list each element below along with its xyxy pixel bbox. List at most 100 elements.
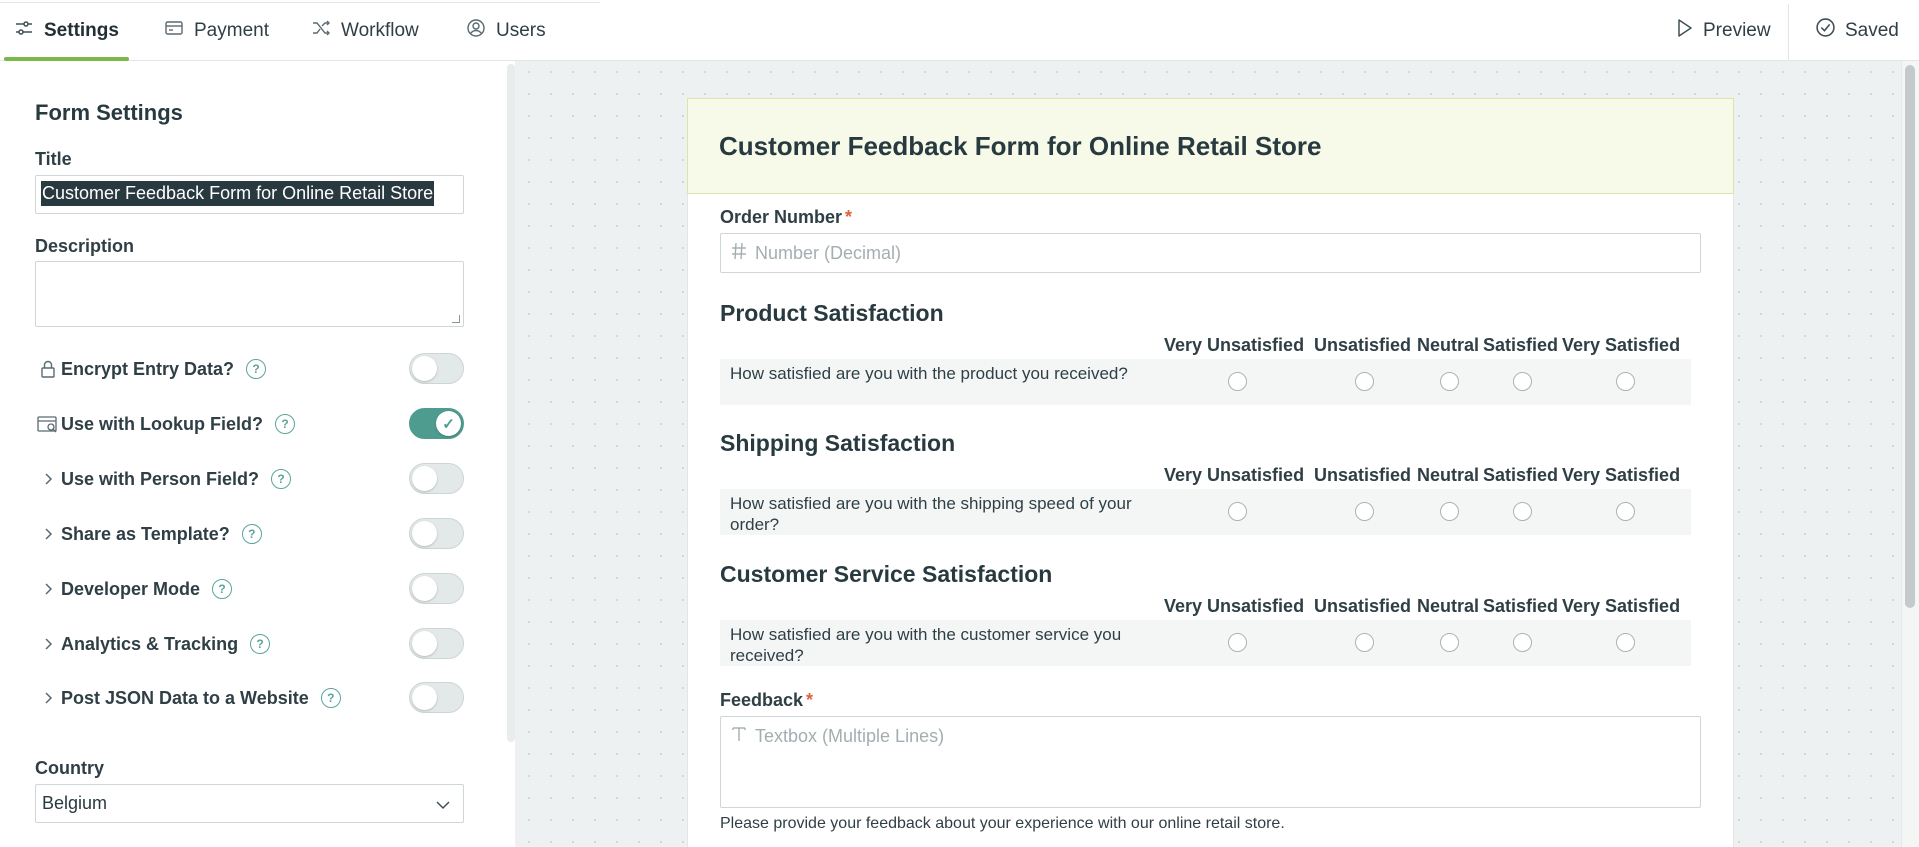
form-title: Customer Feedback Form for Online Retail…	[719, 131, 1322, 161]
option-analytics[interactable]: Analytics & Tracking ?	[35, 628, 464, 660]
tab-settings-label: Settings	[44, 19, 119, 41]
feedback-label: Feedback *	[720, 690, 813, 711]
radio-unsatisfied[interactable]	[1355, 372, 1374, 391]
feedback-placeholder: Textbox (Multiple Lines)	[731, 725, 944, 748]
scale-header: Very Unsatisfied Unsatisfied Neutral Sat…	[0, 596, 1919, 620]
radio-neutral[interactable]	[1440, 633, 1459, 652]
country-value: Belgium	[42, 793, 108, 813]
question-text: How satisfied are you with the shipping …	[730, 494, 1132, 534]
scale-label: Satisfied	[1483, 335, 1559, 355]
scale-label: Neutral	[1417, 335, 1480, 355]
tab-settings[interactable]: Settings	[0, 0, 133, 61]
scale-label: Very Satisfied	[1562, 596, 1681, 616]
saved-label: Saved	[1845, 19, 1899, 41]
help-icon[interactable]: ?	[275, 414, 295, 434]
scale-label: Very Satisfied	[1562, 335, 1681, 355]
lookup-toggle[interactable]: ✓	[409, 408, 464, 439]
radio-very-satisfied[interactable]	[1616, 633, 1635, 652]
sliders-icon	[14, 18, 34, 44]
tab-users-label: Users	[496, 19, 546, 41]
country-label: Country	[35, 758, 104, 778]
chevron-right-icon[interactable]	[35, 527, 61, 541]
scale-header: Very Unsatisfied Unsatisfied Neutral Sat…	[0, 465, 1919, 489]
scale-label: Unsatisfied	[1314, 465, 1412, 485]
radio-unsatisfied[interactable]	[1355, 633, 1374, 652]
share-template-toggle[interactable]	[409, 518, 464, 549]
description-textarea[interactable]	[35, 261, 464, 327]
option-post-json[interactable]: Post JSON Data to a Website ?	[35, 682, 464, 714]
play-icon	[1676, 18, 1694, 44]
option-label: Analytics & Tracking	[61, 633, 239, 654]
radio-neutral[interactable]	[1440, 502, 1459, 521]
radio-neutral[interactable]	[1440, 372, 1459, 391]
radio-satisfied[interactable]	[1513, 633, 1532, 652]
description-label: Description	[35, 236, 135, 256]
radio-very-satisfied[interactable]	[1616, 502, 1635, 521]
matrix-row: How satisfied are you with the product y…	[720, 359, 1691, 405]
question-text: How satisfied are you with the customer …	[730, 625, 1122, 665]
radio-satisfied[interactable]	[1513, 502, 1532, 521]
title-input-value: Customer Feedback Form for Online Retail…	[41, 181, 435, 206]
settings-scrollbar[interactable]	[507, 64, 515, 742]
order-number-input[interactable]: Number (Decimal)	[720, 233, 1701, 273]
option-share-template[interactable]: Share as Template? ?	[35, 518, 464, 550]
tab-users[interactable]: Users	[452, 0, 560, 61]
order-number-label: Order Number *	[720, 207, 852, 228]
scale-label: Very Unsatisfied	[1164, 596, 1305, 616]
option-lookup-field: Use with Lookup Field? ? ✓	[35, 408, 464, 440]
post-json-toggle[interactable]	[409, 682, 464, 713]
form-settings-heading: Form Settings	[35, 100, 183, 125]
radio-very-unsatisfied[interactable]	[1228, 372, 1247, 391]
scale-label: Neutral	[1417, 465, 1480, 485]
country-select[interactable]: Belgium	[35, 784, 464, 823]
chevron-right-icon[interactable]	[35, 582, 61, 596]
chevron-down-icon	[435, 796, 451, 817]
option-label: Post JSON Data to a Website	[61, 687, 309, 708]
required-mark: *	[806, 690, 814, 710]
scale-label: Unsatisfied	[1314, 335, 1412, 355]
lock-icon	[35, 359, 61, 379]
radio-very-unsatisfied[interactable]	[1228, 502, 1247, 521]
preview-button[interactable]: Preview	[1676, 0, 1771, 61]
scale-label: Very Satisfied	[1562, 465, 1681, 485]
question-text: How satisfied are you with the product y…	[730, 364, 1128, 383]
title-input[interactable]: Customer Feedback Form for Online Retail…	[35, 175, 464, 214]
tab-workflow-label: Workflow	[341, 19, 419, 41]
tab-workflow[interactable]: Workflow	[297, 0, 433, 61]
scale-label: Satisfied	[1483, 596, 1559, 616]
text-icon	[731, 725, 747, 748]
preview-label: Preview	[1703, 19, 1771, 41]
feedback-placeholder-text: Textbox (Multiple Lines)	[755, 726, 945, 746]
option-label: Share as Template?	[61, 523, 230, 544]
help-icon[interactable]: ?	[241, 524, 262, 544]
analytics-toggle[interactable]	[409, 628, 464, 659]
section-title: Product Satisfaction	[720, 300, 944, 326]
scale-label: Very Unsatisfied	[1164, 335, 1305, 355]
saved-status: Saved	[1815, 0, 1899, 61]
chevron-right-icon[interactable]	[35, 637, 61, 651]
credit-card-icon	[164, 18, 184, 44]
scale-label: Satisfied	[1483, 465, 1559, 485]
check-circle-icon	[1815, 17, 1836, 44]
help-icon[interactable]: ?	[250, 634, 271, 654]
radio-very-unsatisfied[interactable]	[1228, 633, 1247, 652]
radio-very-satisfied[interactable]	[1616, 372, 1635, 391]
order-number-placeholder: Number (Decimal)	[755, 242, 902, 263]
feedback-label-text: Feedback	[720, 690, 804, 710]
tab-payment-label: Payment	[194, 19, 269, 41]
help-icon[interactable]: ?	[246, 359, 267, 379]
tab-payment[interactable]: Payment	[150, 0, 283, 61]
help-icon[interactable]: ?	[320, 688, 341, 708]
divider	[1788, 4, 1789, 61]
radio-unsatisfied[interactable]	[1355, 502, 1374, 521]
feedback-textarea[interactable]: Textbox (Multiple Lines)	[720, 716, 1701, 808]
section-title: Shipping Satisfaction	[720, 430, 956, 456]
scale-header: Very Unsatisfied Unsatisfied Neutral Sat…	[0, 335, 1919, 359]
resize-grip[interactable]	[452, 315, 460, 323]
top-bar: Settings Payment Workflow Users Preview	[0, 0, 1919, 61]
radio-satisfied[interactable]	[1513, 372, 1532, 391]
hash-icon	[731, 242, 747, 265]
shuffle-icon	[311, 18, 331, 44]
matrix-row: How satisfied are you with the customer …	[720, 620, 1691, 666]
chevron-right-icon[interactable]	[35, 691, 61, 705]
